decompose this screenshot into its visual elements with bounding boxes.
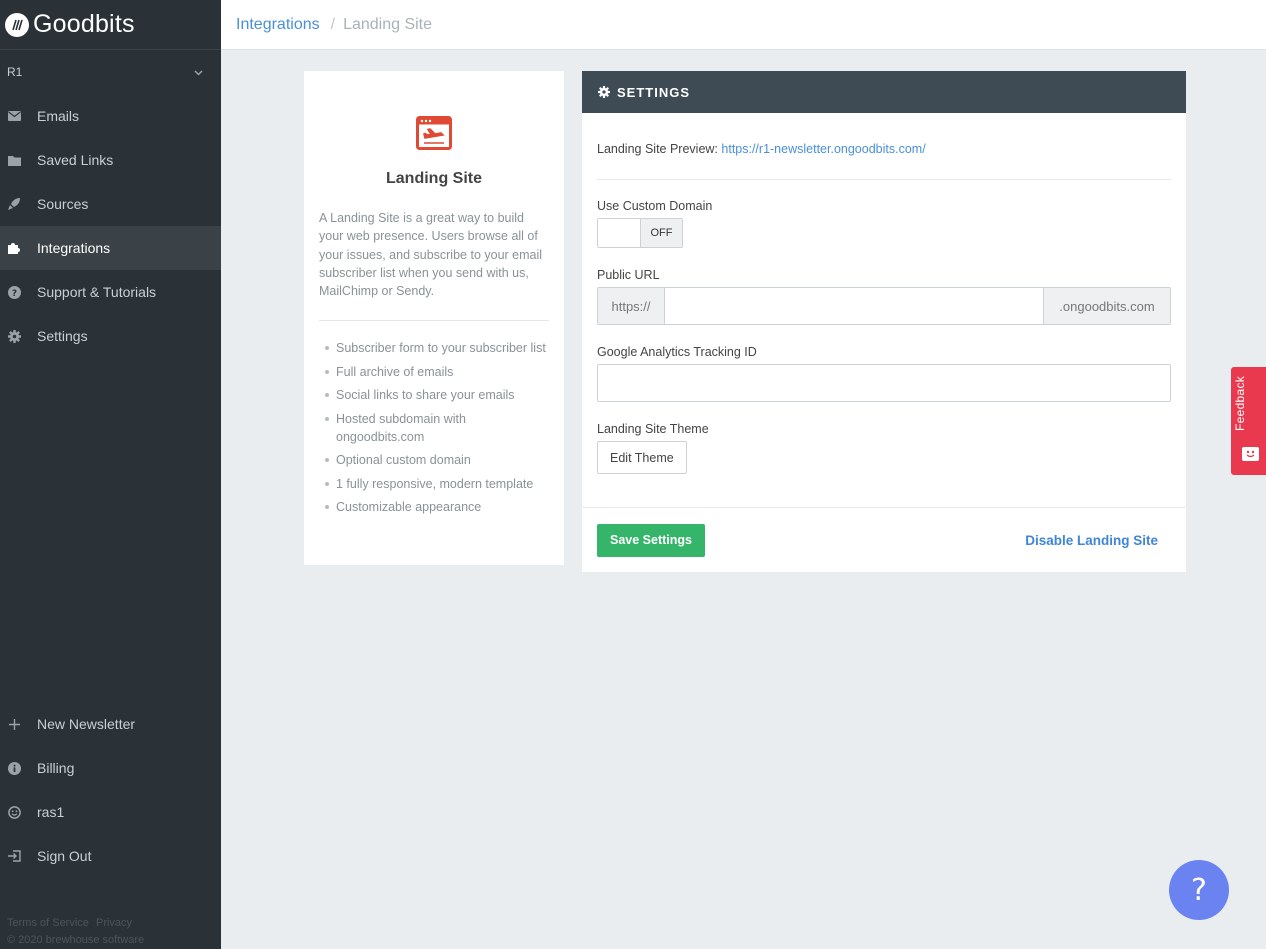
sidebar-item-label: Billing <box>37 760 75 776</box>
copyright: © 2020 brewhouse software <box>7 934 145 946</box>
info-card-description: A Landing Site is a great way to build y… <box>319 211 543 299</box>
smiley-icon <box>7 805 21 819</box>
feature-list: Subscriber form to your subscriber list … <box>319 339 549 516</box>
toggle-knob <box>598 219 641 247</box>
feature-item: Customizable appearance <box>319 498 549 516</box>
edit-theme-button[interactable]: Edit Theme <box>597 441 687 474</box>
gear-icon <box>7 329 21 343</box>
sidebar-nav: Emails Saved Links Sources Integrations … <box>0 94 221 358</box>
breadcrumb-current: Landing Site <box>343 15 433 33</box>
folder-icon <box>7 153 21 167</box>
sign-out-icon <box>7 849 21 863</box>
disable-landing-site-link[interactable]: Disable Landing Site <box>1025 533 1158 548</box>
sidebar-item-label: Saved Links <box>37 152 114 168</box>
sidebar-item-label: Integrations <box>37 240 111 256</box>
info-divider <box>319 320 549 322</box>
settings-title: SETTINGS <box>617 84 691 100</box>
theme-label: Landing Site Theme <box>597 422 709 436</box>
sidebar-item-settings[interactable]: Settings <box>0 314 221 358</box>
sidebar-item-label: ras1 <box>37 804 65 820</box>
envelope-icon <box>7 109 21 123</box>
svg-text:?: ? <box>11 289 16 299</box>
sidebar-footer: Terms of Service Privacy © 2020 brewhous… <box>7 915 144 949</box>
logo[interactable]: Goodbits <box>0 0 221 50</box>
ga-tracking-label: Google Analytics Tracking ID <box>597 345 757 359</box>
plus-icon <box>7 717 21 731</box>
sidebar-item-label: Sign Out <box>37 848 92 864</box>
public-url-prefix: https:// <box>598 288 665 324</box>
help-question-mark: ? <box>1191 872 1207 908</box>
sidebar-item-label: Sources <box>37 196 89 212</box>
logo-text: Goodbits <box>33 10 135 38</box>
sidebar-item-emails[interactable]: Emails <box>0 94 221 138</box>
feature-item: 1 fully responsive, modern template <box>319 475 549 493</box>
sidebar-item-label: Emails <box>37 108 80 124</box>
custom-domain-label: Use Custom Domain <box>597 199 713 213</box>
preview-url-link[interactable]: https://r1-newsletter.ongoodbits.com/ <box>721 142 925 156</box>
account-name: R1 <box>7 65 23 79</box>
public-url-suffix: .ongoodbits.com <box>1043 288 1170 324</box>
sidebar-item-sources[interactable]: Sources <box>0 182 221 226</box>
sidebar-item-billing[interactable]: Billing <box>0 746 221 790</box>
question-icon: ? <box>7 285 21 299</box>
feature-item: Optional custom domain <box>319 451 549 469</box>
feature-item: Full archive of emails <box>319 363 549 381</box>
toggle-state: OFF <box>641 219 682 247</box>
settings-form: Landing Site Preview: https://r1-newslet… <box>582 113 1186 474</box>
sidebar-item-label: Settings <box>37 328 88 344</box>
breadcrumb-separator: / <box>330 15 336 33</box>
rocket-icon <box>7 197 21 211</box>
gear-icon <box>598 86 610 98</box>
chevron-down-icon <box>194 65 203 79</box>
terms-link[interactable]: Terms of Service <box>7 917 89 929</box>
save-settings-button[interactable]: Save Settings <box>597 523 705 557</box>
feedback-label: Feedback <box>1233 375 1247 431</box>
public-url-input[interactable] <box>665 288 1043 324</box>
sidebar-item-saved-links[interactable]: Saved Links <box>0 138 221 182</box>
sidebar-item-support-tutorials[interactable]: ? Support & Tutorials <box>0 270 221 314</box>
settings-footer: Save Settings Disable Landing Site <box>582 507 1186 572</box>
sidebar-item-new-newsletter[interactable]: New Newsletter <box>0 702 221 746</box>
sidebar-item-integrations[interactable]: Integrations <box>0 226 221 270</box>
settings-header: SETTINGS <box>582 71 1186 113</box>
breadcrumb: Integrations / Landing Site <box>221 0 1266 50</box>
info-card-title: Landing Site <box>386 170 482 187</box>
feature-item: Social links to share your emails <box>319 386 549 404</box>
feedback-tab[interactable]: Feedback <box>1231 367 1266 475</box>
info-icon <box>7 761 21 775</box>
ga-tracking-input[interactable] <box>597 364 1171 402</box>
help-chat-button[interactable]: ? <box>1169 860 1229 920</box>
sidebar: Goodbits R1 Emails Saved Links Sources I… <box>0 0 221 949</box>
feedback-face-icon <box>1242 447 1259 461</box>
sidebar-bottom-nav: New Newsletter Billing ras1 Sign Out <box>0 702 221 878</box>
browser-airplane-icon <box>416 116 452 150</box>
feature-item: Subscriber form to your subscriber list <box>319 339 549 357</box>
sidebar-item-sign-out[interactable]: Sign Out <box>0 834 221 878</box>
feature-item: Hosted subdomain with ongoodbits.com <box>319 410 549 446</box>
settings-card: SETTINGS Landing Site Preview: https://r… <box>582 71 1186 572</box>
landing-site-info-card: Landing Site A Landing Site is a great w… <box>304 71 564 565</box>
sidebar-item-label: Support & Tutorials <box>37 284 157 300</box>
breadcrumb-integrations-link[interactable]: Integrations <box>236 16 320 34</box>
puzzle-icon <box>7 241 21 255</box>
account-selector[interactable]: R1 <box>0 50 221 94</box>
landing-site-preview: Landing Site Preview: https://r1-newslet… <box>597 113 1171 180</box>
public-url-label: Public URL <box>597 268 660 282</box>
sidebar-item-user[interactable]: ras1 <box>0 790 221 834</box>
public-url-group: https:// .ongoodbits.com <box>597 287 1171 325</box>
sidebar-item-label: New Newsletter <box>37 716 136 732</box>
preview-label: Landing Site Preview: <box>597 142 718 156</box>
custom-domain-toggle[interactable]: OFF <box>597 218 683 248</box>
goodbits-logo-icon <box>5 12 29 37</box>
privacy-link[interactable]: Privacy <box>96 917 132 929</box>
